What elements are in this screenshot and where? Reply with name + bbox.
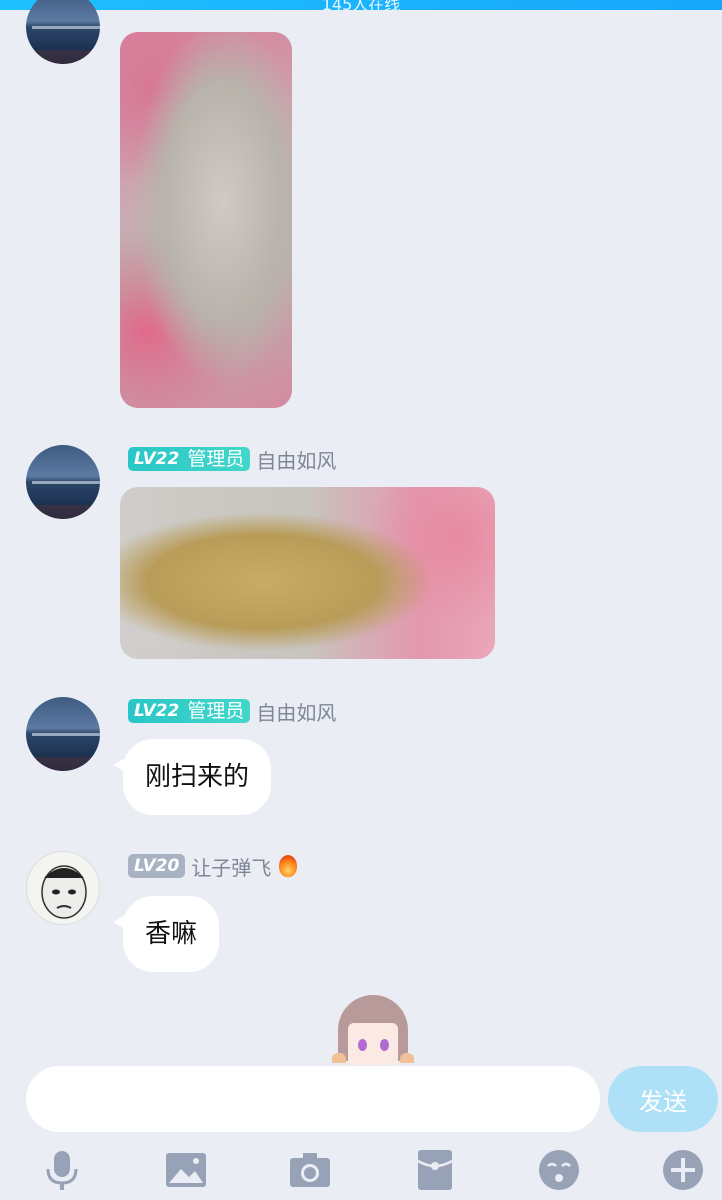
camera-icon[interactable]: [288, 1148, 332, 1192]
role-label: 管理员: [187, 700, 245, 722]
plus-icon[interactable]: [661, 1148, 705, 1192]
message-input[interactable]: [26, 1066, 600, 1132]
message-bubble[interactable]: 香嘛: [112, 896, 220, 972]
meme-face-icon: [41, 865, 87, 919]
top-status-bar: 145人在线: [0, 0, 722, 10]
message-meta: LV22 管理员 自由如风: [128, 445, 336, 474]
level-label: LV22: [134, 449, 180, 469]
avatar[interactable]: [26, 0, 100, 64]
avatar[interactable]: [26, 445, 100, 519]
admin-level-badge: LV22 管理员: [128, 699, 251, 723]
role-label: 管理员: [187, 448, 245, 470]
fire-icon: [279, 855, 298, 877]
chat-image[interactable]: [120, 487, 495, 659]
level-label: LV22: [134, 701, 180, 721]
sender-nickname[interactable]: 自由如风: [256, 697, 336, 726]
bottom-toolbar: [0, 1142, 722, 1200]
sender-nickname[interactable]: 让子弹飞: [191, 852, 271, 881]
message-meta: LV20 让子弹飞: [128, 852, 298, 881]
message-meta: LV22 管理员 自由如风: [128, 697, 336, 726]
avatar[interactable]: [26, 851, 100, 925]
red-packet-icon[interactable]: [413, 1148, 457, 1192]
admin-level-badge: LV22 管理员: [128, 447, 251, 471]
level-badge: LV20: [128, 854, 186, 878]
online-count: 145人在线: [321, 0, 401, 10]
message-bubble[interactable]: 刚扫来的: [112, 739, 272, 815]
image-icon[interactable]: [164, 1148, 208, 1192]
microphone-icon[interactable]: [40, 1148, 84, 1192]
chat-image[interactable]: [120, 32, 292, 408]
emoji-icon[interactable]: [537, 1148, 581, 1192]
sender-nickname[interactable]: 自由如风: [256, 445, 336, 474]
send-button[interactable]: 发送: [608, 1066, 718, 1132]
avatar[interactable]: [26, 697, 100, 771]
mascot-character[interactable]: [330, 995, 416, 1065]
